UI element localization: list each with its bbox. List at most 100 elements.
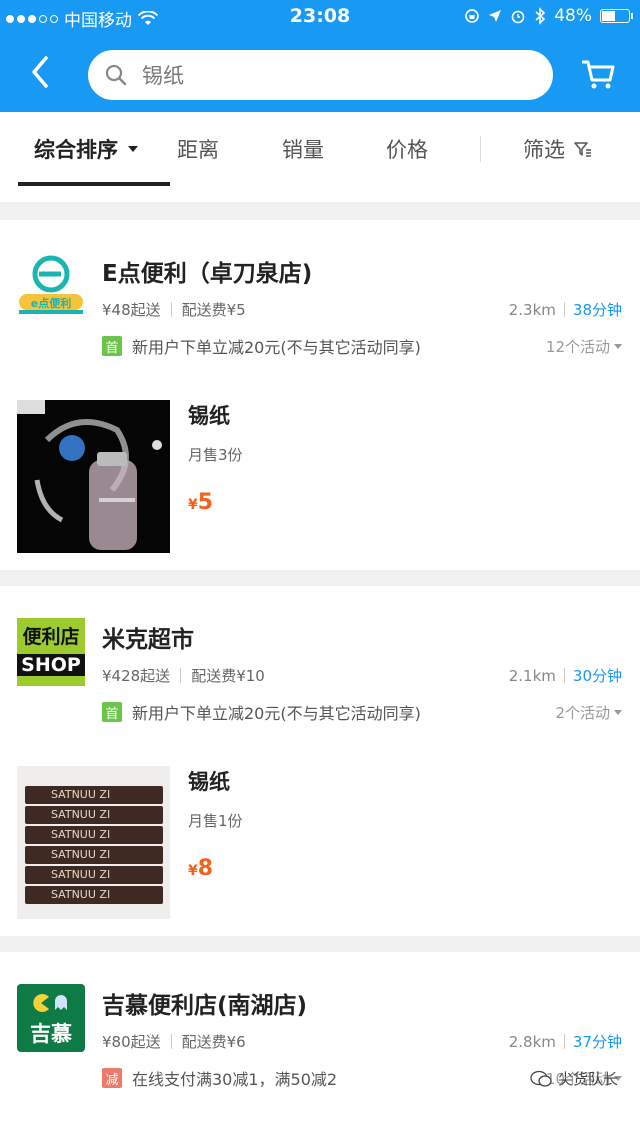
product-sales: 月售3份: [188, 446, 243, 464]
bluetooth-icon: [535, 7, 546, 25]
activities-count: 2个活动: [555, 704, 610, 722]
tab-filter[interactable]: 筛选: [523, 134, 593, 164]
product-photo-boxes: SATNUU ZI SATNUU ZI SATNUU ZI SATNUU ZI …: [25, 786, 163, 906]
filter-bar: 综合排序 距离 销量 价格 筛选: [0, 112, 640, 202]
tab-filter-label: 筛选: [523, 138, 565, 162]
location-icon: [489, 10, 502, 22]
product-image[interactable]: [17, 400, 170, 553]
pacman-icon: [33, 994, 67, 1012]
store-logo: 便利店 SHOP: [17, 618, 85, 686]
orientation-lock-icon: [465, 9, 480, 23]
product-photo-bottle: [17, 400, 170, 553]
back-button[interactable]: [22, 50, 62, 94]
store-logo: e点便利: [17, 248, 85, 316]
alarm-icon: [511, 10, 525, 24]
store-name: E点便利（卓刀泉店): [102, 261, 313, 287]
min-order: ¥80起送: [102, 1033, 161, 1051]
delivery-time: 30分钟: [572, 667, 622, 685]
promo-line: 首 新用户下单立减20元(不与其它活动同享): [102, 334, 421, 358]
foil-box: SATNUU ZI: [25, 886, 163, 904]
foil-box: SATNUU ZI: [25, 826, 163, 844]
tab-price[interactable]: 价格: [386, 134, 428, 164]
activities-toggle[interactable]: 12个活动: [546, 336, 622, 357]
promo-tag: 减: [102, 1068, 122, 1088]
store-meta: ¥80起送 配送费¥6: [102, 1031, 246, 1052]
store-distance-time: 2.1km 30分钟: [509, 665, 622, 686]
product-name[interactable]: 锡纸: [188, 766, 230, 796]
delivery-time: 37分钟: [572, 1033, 622, 1051]
min-order: ¥48起送: [102, 301, 161, 319]
store-logo-text: 吉慕: [30, 1022, 72, 1046]
top-bar: 中国移动 23:08 48% 锡纸: [0, 0, 640, 112]
store-logo: 吉慕: [17, 984, 85, 1052]
delivery-fee: 配送费¥5: [181, 301, 246, 319]
caret-down-icon: [128, 146, 138, 152]
currency-symbol: ¥: [188, 863, 198, 879]
promo-text: 新用户下单立减20元(不与其它活动同享): [132, 338, 421, 357]
store-card[interactable]: 便利店 SHOP 米克超市 ¥428起送 配送费¥10 2.1km 30分钟 首…: [0, 586, 640, 936]
divider: [563, 668, 565, 683]
tab-sort-label: 综合排序: [34, 138, 118, 162]
battery-icon: [600, 9, 633, 23]
foil-box: SATNUU ZI: [25, 846, 163, 864]
caret-down-icon: [614, 344, 622, 349]
product-price: ¥ 8: [188, 856, 213, 881]
store-logo-line1: 便利店: [22, 626, 80, 648]
promo-tag: 首: [102, 336, 122, 356]
min-order: ¥428起送: [102, 667, 171, 685]
filter-icon: [574, 142, 591, 157]
divider: [563, 302, 565, 317]
tab-sales[interactable]: 销量: [282, 134, 324, 164]
divider: [170, 1034, 172, 1049]
chevron-left-icon: [32, 56, 48, 88]
store-logo-line2: SHOP: [17, 654, 85, 676]
activities-count: 12个活动: [545, 338, 610, 356]
divider: [563, 1034, 565, 1049]
divider: [170, 302, 172, 317]
divider: [180, 668, 182, 683]
cart-button[interactable]: [578, 54, 618, 94]
tab-distance[interactable]: 距离: [177, 134, 219, 164]
battery-percent: 48%: [554, 6, 592, 26]
promo-tag: 首: [102, 702, 122, 722]
search-text: 锡纸: [142, 64, 184, 88]
store-card[interactable]: e点便利 E点便利（卓刀泉店) ¥48起送 配送费¥5 2.3km 38分钟 首…: [0, 220, 640, 570]
cart-icon: [582, 60, 615, 89]
delivery-fee: 配送费¥6: [181, 1033, 246, 1051]
delivery-time: 38分钟: [572, 301, 622, 319]
foil-box: SATNUU ZI: [25, 786, 163, 804]
distance: 2.1km: [508, 666, 556, 685]
wechat-icon: [530, 1070, 552, 1087]
store-logo-text: e点便利: [30, 297, 72, 310]
active-tab-indicator: [18, 182, 170, 186]
divider: [480, 136, 481, 162]
store-name: 吉慕便利店(南湖店): [102, 993, 308, 1019]
store-distance-time: 2.8km 37分钟: [509, 1031, 622, 1052]
promo-text: 新用户下单立减20元(不与其它活动同享): [132, 704, 421, 723]
product-price: ¥ 5: [188, 490, 213, 515]
caret-down-icon: [614, 710, 622, 715]
promo-text: 在线支付满30减1，满50减2: [132, 1070, 338, 1089]
foil-box: SATNUU ZI: [25, 866, 163, 884]
product-name[interactable]: 锡纸: [188, 400, 230, 430]
search-icon: [105, 64, 127, 86]
price-value: 8: [197, 856, 214, 881]
distance: 2.3km: [508, 300, 556, 319]
promo-line: 减 在线支付满30减1，满50减2: [102, 1066, 337, 1090]
store-card[interactable]: 吉慕 吉慕便利店(南湖店) ¥80起送 配送费¥6 2.8km 37分钟 减 在…: [0, 952, 640, 1138]
watermark-text: 尖货队长: [557, 1070, 618, 1088]
tab-sort-default[interactable]: 综合排序: [34, 134, 138, 164]
store-name: 米克超市: [102, 627, 194, 653]
delivery-fee: 配送费¥10: [191, 667, 265, 685]
store-meta: ¥428起送 配送费¥10: [102, 665, 265, 686]
activities-toggle[interactable]: 2个活动: [555, 702, 622, 723]
product-sales: 月售1份: [188, 812, 243, 830]
store-distance-time: 2.3km 38分钟: [509, 299, 622, 320]
store-meta: ¥48起送 配送费¥5: [102, 299, 246, 320]
product-image[interactable]: SATNUU ZI SATNUU ZI SATNUU ZI SATNUU ZI …: [17, 766, 170, 919]
watermark: 尖货队长: [530, 1068, 618, 1089]
price-value: 5: [197, 490, 214, 515]
currency-symbol: ¥: [188, 497, 198, 513]
search-input[interactable]: 锡纸: [88, 50, 553, 100]
foil-box: SATNUU ZI: [25, 806, 163, 824]
